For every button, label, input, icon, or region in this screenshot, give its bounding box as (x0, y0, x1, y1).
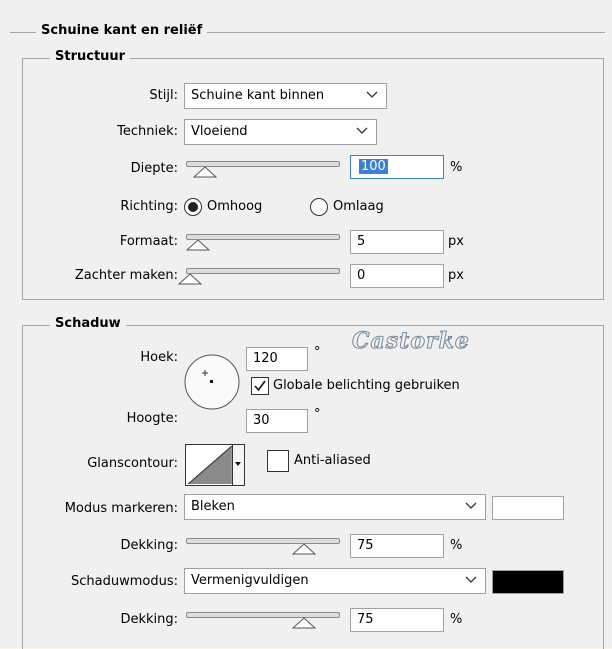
formaat-label: Formaat: (119, 234, 178, 249)
gloss-contour-picker[interactable] (185, 444, 245, 486)
watermark-text: Castorke (352, 328, 470, 355)
schaduw-legend: Schaduw (50, 315, 126, 333)
hoek-input[interactable]: 120 (246, 347, 308, 371)
glanscontour-label: Glanscontour: (87, 456, 178, 471)
dekking1-slider-thumb[interactable] (292, 543, 316, 555)
structuur-legend: Structuur (50, 48, 131, 66)
checkmark-icon (254, 380, 266, 392)
dekking2-input[interactable]: 75 (350, 608, 444, 632)
globale-label[interactable]: Globale belichting gebruiken (273, 376, 460, 396)
contour-preview (187, 446, 233, 484)
chevron-down-icon (356, 127, 368, 134)
techniek-value: Vloeiend (191, 124, 248, 139)
diepte-value: 100 (359, 159, 388, 174)
diepte-slider-thumb[interactable] (193, 166, 218, 178)
formaat-value: 5 (357, 234, 366, 249)
caret-down-icon (235, 462, 241, 466)
contour-dropdown-toggle[interactable] (232, 445, 244, 485)
zachter-label: Zachter maken: (74, 268, 178, 283)
formaat-slider-thumb[interactable] (185, 239, 210, 251)
diepte-label: Diepte: (130, 161, 178, 176)
schaduwmodus-label: Schaduwmodus: (71, 574, 178, 589)
chevron-down-icon (366, 91, 378, 98)
zachter-slider-thumb[interactable] (178, 273, 202, 285)
angle-dial[interactable] (183, 353, 241, 411)
anti-aliased-label[interactable]: Anti-aliased (294, 451, 371, 471)
dekking1-value: 75 (357, 538, 374, 553)
dekking2-slider-thumb[interactable] (292, 617, 316, 629)
shadow-color-swatch[interactable] (492, 570, 564, 594)
omlaag-radio[interactable] (310, 198, 328, 216)
modus-markeren-value: Bleken (191, 499, 235, 514)
zachter-slider-track[interactable] (186, 268, 340, 274)
dekking2-label: Dekking: (120, 612, 178, 627)
anti-aliased-checkbox[interactable] (267, 450, 289, 472)
modus-markeren-dropdown[interactable]: Bleken (184, 494, 486, 520)
globale-checkbox[interactable] (251, 377, 269, 395)
hoogte-value: 30 (253, 413, 270, 428)
stijl-dropdown[interactable]: Schuine kant binnen (184, 83, 387, 109)
dekking1-label: Dekking: (120, 538, 178, 553)
hoogte-input[interactable]: 30 (246, 409, 308, 433)
dekking1-input[interactable]: 75 (350, 534, 444, 558)
omhoog-radio[interactable] (184, 198, 202, 216)
zachter-value: 0 (357, 268, 366, 283)
schaduw-group (22, 325, 604, 649)
layer-style-panel: Schuine kant en reliëf Structuur Stijl: … (0, 0, 612, 649)
hoek-unit: ° (314, 345, 321, 360)
stijl-value: Schuine kant binnen (191, 88, 325, 103)
dekking1-unit: % (450, 538, 463, 553)
zachter-unit: px (448, 268, 464, 283)
stijl-label: Stijl: (149, 88, 178, 103)
hoogte-label: Hoogte: (126, 411, 178, 426)
schaduwmodus-value: Vermenigvuldigen (191, 573, 309, 588)
dekking2-unit: % (450, 612, 463, 627)
techniek-label: Techniek: (117, 124, 178, 139)
section-title: Schuine kant en reliëf (36, 22, 208, 40)
zachter-input[interactable]: 0 (350, 264, 444, 288)
diepte-unit: % (450, 160, 463, 175)
dekking2-value: 75 (357, 612, 374, 627)
diepte-input[interactable]: 100 (350, 155, 444, 179)
hoek-value: 120 (253, 351, 278, 366)
formaat-input[interactable]: 5 (350, 230, 444, 254)
chevron-down-icon (465, 576, 477, 583)
dekking2-slider-track[interactable] (186, 612, 340, 618)
modus-markeren-label: Modus markeren: (64, 501, 178, 516)
richting-label: Richting: (120, 199, 178, 214)
hoek-label: Hoek: (140, 350, 178, 365)
chevron-down-icon (465, 502, 477, 509)
techniek-dropdown[interactable]: Vloeiend (184, 119, 377, 145)
omlaag-label[interactable]: Omlaag (333, 197, 384, 217)
hoogte-unit: ° (314, 407, 321, 422)
formaat-unit: px (448, 234, 464, 249)
highlight-color-swatch[interactable] (492, 496, 564, 520)
dekking1-slider-track[interactable] (186, 538, 340, 544)
omhoog-label[interactable]: Omhoog (207, 197, 262, 217)
radio-selected-dot (188, 202, 198, 212)
schaduwmodus-dropdown[interactable]: Vermenigvuldigen (184, 568, 486, 594)
